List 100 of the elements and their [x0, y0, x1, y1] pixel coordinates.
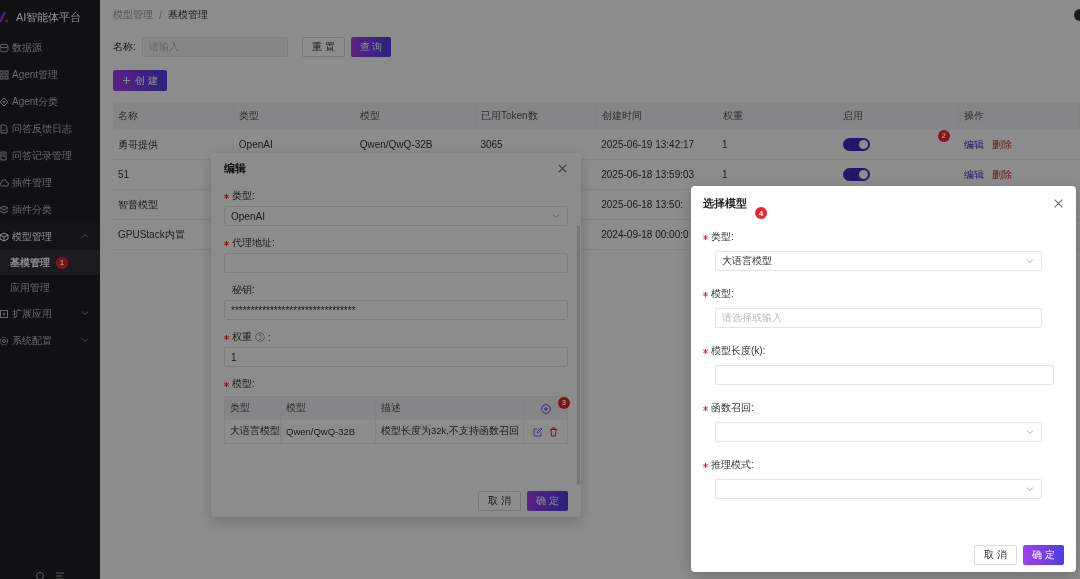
- column-header: 类型: [224, 396, 281, 420]
- table-cell: 智普模型: [118, 198, 158, 210]
- input-field[interactable]: [715, 365, 1054, 385]
- table-cell: 2025-06-19 13:42:17: [601, 139, 695, 150]
- cube-icon: [0, 231, 9, 242]
- cancel-button[interactable]: 取 消: [974, 545, 1018, 565]
- document-icon: [0, 123, 9, 134]
- field-label: 推理模式:: [711, 458, 754, 472]
- sidebar-item[interactable]: 扩展应用: [0, 300, 100, 327]
- stack-icon: [0, 204, 9, 215]
- confirm-button[interactable]: 确 定: [1023, 545, 1064, 565]
- input-field[interactable]: ********************************: [224, 300, 568, 320]
- chevron-down-icon: [1025, 484, 1035, 494]
- database-icon: [0, 42, 9, 53]
- input-field[interactable]: 请选择或输入: [715, 308, 1042, 328]
- breadcrumb-separator: /: [159, 9, 162, 21]
- field-label: 模型:: [711, 287, 734, 301]
- sidebar-item[interactable]: 系统配置: [0, 327, 100, 354]
- sidebar-item[interactable]: 插件分类: [0, 196, 100, 223]
- sidebar-item[interactable]: 问答记录管理: [0, 142, 100, 169]
- document-icon: [0, 150, 9, 161]
- step-badge: 4: [755, 207, 767, 219]
- reset-button[interactable]: 重 置: [301, 37, 345, 57]
- chevron-down-icon: [1025, 256, 1035, 266]
- edit-link[interactable]: 编辑: [963, 137, 984, 152]
- column-header: 描述: [375, 396, 524, 420]
- dialog-title: 选择模型: [703, 195, 747, 211]
- input-field[interactable]: 1: [224, 347, 568, 367]
- table-cell: 2025-06-18 13:59:03: [601, 169, 695, 180]
- field-label: 秘钥:: [232, 283, 255, 297]
- table-cell: 1: [722, 139, 728, 150]
- field-label: 函数召回:: [711, 401, 754, 415]
- delete-link[interactable]: 删除: [991, 167, 1012, 182]
- column-header: 已用Token数: [475, 102, 597, 130]
- table-cell: Qwen/QwQ-32B: [280, 420, 376, 444]
- table-cell: 大语言模型: [224, 420, 281, 444]
- gear-icon: [35, 571, 45, 579]
- sidebar-item[interactable]: 插件管理: [0, 169, 100, 196]
- field-label: 类型:: [232, 189, 255, 203]
- toggle-switch[interactable]: [842, 138, 870, 151]
- column-header: 创建时间: [596, 102, 718, 130]
- gear-icon: [0, 335, 9, 346]
- breadcrumb-item: 基模管理: [167, 8, 208, 22]
- table-cell: 51: [118, 169, 130, 180]
- table-cell: 3065: [480, 139, 503, 150]
- add-icon[interactable]: [540, 403, 551, 414]
- trash-icon[interactable]: [549, 426, 558, 437]
- toggle-switch[interactable]: [842, 168, 870, 181]
- table-cell: OpenAI: [238, 139, 273, 150]
- confirm-button[interactable]: 确 定: [527, 491, 568, 511]
- diamond-icon: [0, 96, 9, 107]
- table-cell: Qwen/QwQ-32B: [359, 139, 433, 150]
- cancel-button[interactable]: 取 消: [478, 491, 522, 511]
- dialog-title: 编辑: [224, 160, 246, 176]
- column-header: 启用: [837, 102, 959, 130]
- edit-link[interactable]: 编辑: [963, 167, 984, 182]
- delete-link[interactable]: 删除: [991, 137, 1012, 152]
- step-badge: 3: [558, 396, 570, 409]
- table-cell: GPUStack内置: [118, 228, 185, 240]
- puzzle-icon: [0, 308, 9, 319]
- select-field[interactable]: [715, 422, 1042, 442]
- menu-icon: [55, 571, 65, 579]
- column-header: 模型: [354, 102, 476, 130]
- plus-icon: [122, 76, 131, 85]
- field-label: 代理地址:: [232, 236, 275, 250]
- step-badge: 1: [56, 256, 68, 269]
- column-header: 操作: [958, 102, 1080, 130]
- sidebar-subitem[interactable]: 应用管理: [0, 275, 100, 300]
- create-button[interactable]: 创 建: [113, 70, 167, 91]
- sidebar-subitem[interactable]: 基模管理 1: [0, 250, 100, 275]
- field-label: 模型长度(k):: [711, 344, 766, 358]
- column-header: 模型: [280, 396, 376, 420]
- select-field[interactable]: OpenAI: [224, 206, 568, 226]
- sidebar-item[interactable]: 模型管理: [0, 223, 100, 250]
- field-label: 权重: [232, 330, 252, 344]
- column-header: 名称: [113, 102, 234, 130]
- column-header: 类型: [233, 102, 355, 130]
- table-cell: 2024-09-18 00:00:0: [601, 229, 689, 240]
- table-cell: 勇哥提供: [118, 138, 158, 150]
- edit-icon[interactable]: [533, 426, 543, 437]
- column-header: 权重: [717, 102, 838, 130]
- chevron-down-icon: [551, 211, 561, 221]
- search-button[interactable]: 查 询: [350, 37, 392, 57]
- field-label: 名称:: [113, 40, 136, 54]
- select-field[interactable]: [715, 479, 1042, 499]
- grid-icon: [0, 69, 9, 80]
- sidebar-item[interactable]: Agent分类: [0, 88, 100, 115]
- table-cell: 1: [722, 169, 728, 180]
- field-label: 模型:: [232, 377, 255, 391]
- table-cell: 2025-06-18 13:50:: [601, 199, 683, 210]
- field-label: 类型:: [711, 230, 734, 244]
- cloud-icon: [0, 177, 9, 188]
- select-field[interactable]: 大语言模型: [715, 251, 1042, 271]
- table-cell: 模型长度为32k,不支持函数召回: [375, 420, 524, 444]
- app-title: AI智能体平台: [16, 9, 82, 25]
- logo-icon: [0, 11, 8, 23]
- sidebar-item[interactable]: 问答反馈日志: [0, 115, 100, 142]
- field-label-colon: :: [268, 331, 271, 343]
- sidebar-item[interactable]: Agent管理: [0, 61, 100, 88]
- sidebar-item[interactable]: 数据源: [0, 34, 100, 61]
